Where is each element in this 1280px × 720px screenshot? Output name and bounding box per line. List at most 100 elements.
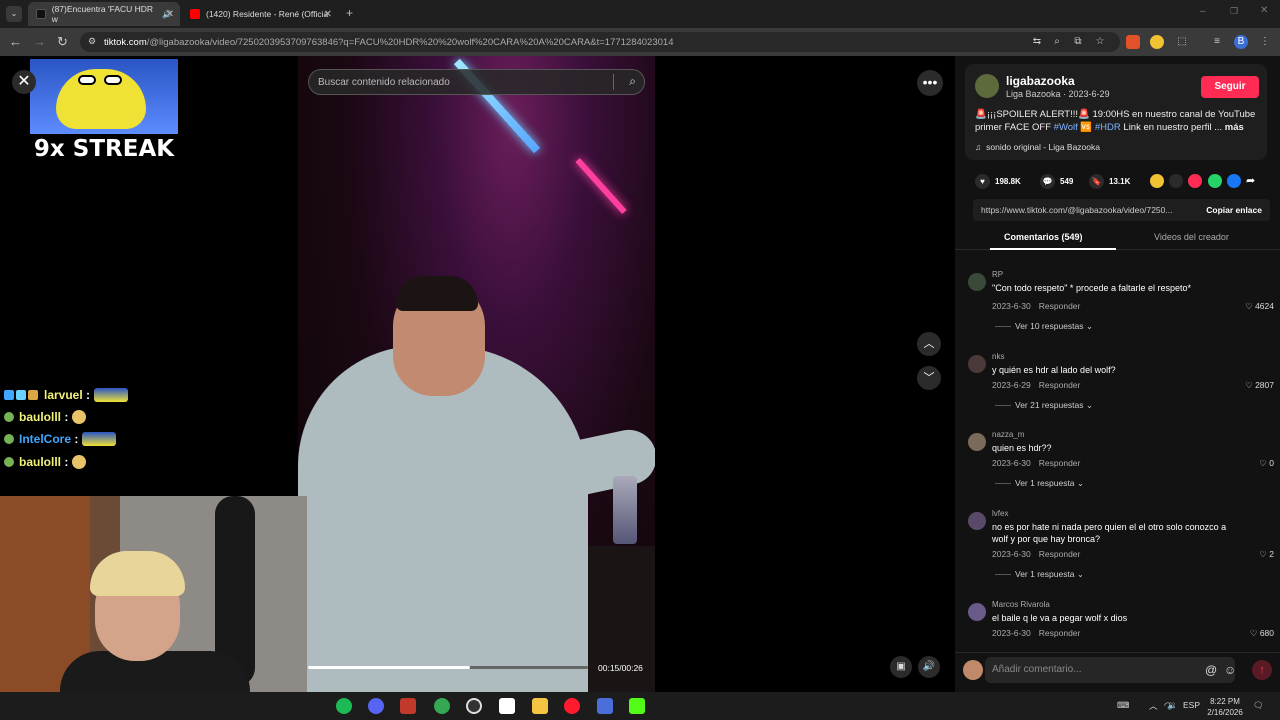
- maximize-icon[interactable]: ❐: [1230, 6, 1238, 17]
- notification-icon[interactable]: 🗨: [1253, 700, 1264, 711]
- copy-link-button[interactable]: Copiar enlace: [1206, 205, 1262, 215]
- related-search-input[interactable]: Buscar contenido relacionado ⌕: [308, 69, 645, 95]
- comment-avatar[interactable]: [968, 355, 986, 373]
- comment-avatar[interactable]: [968, 512, 986, 530]
- close-tab-icon[interactable]: ✕: [324, 9, 332, 20]
- tray-chevron-icon[interactable]: ︿: [1149, 700, 1158, 712]
- browser-menu-icon[interactable]: ⋮: [1258, 35, 1272, 49]
- comment-username[interactable]: RP: [992, 270, 1003, 279]
- like-stat[interactable]: ♥ 198.8K: [975, 174, 1021, 189]
- video-player[interactable]: Buscar contenido relacionado ⌕ 00:15/00:…: [298, 56, 655, 692]
- view-replies-link[interactable]: Ver 21 respuestas ⌄: [995, 400, 1093, 411]
- url-field[interactable]: ⚙ tiktok.com/@ligabazooka/video/72502039…: [80, 32, 1120, 52]
- comment-likes[interactable]: ♡ 2: [1259, 549, 1274, 560]
- comment-username[interactable]: lvfex: [992, 509, 1008, 518]
- back-icon[interactable]: ←: [9, 34, 22, 49]
- creator-username[interactable]: ligabazooka: [1006, 74, 1075, 88]
- tab-creator-videos[interactable]: Videos del creador: [1154, 232, 1229, 242]
- reading-list-icon[interactable]: ≡: [1210, 35, 1224, 49]
- more-link[interactable]: más: [1225, 122, 1244, 133]
- reply-link[interactable]: Responder: [1039, 301, 1081, 311]
- discord-icon[interactable]: [368, 698, 384, 714]
- search-icon[interactable]: ⌕: [629, 74, 636, 89]
- tab-comments[interactable]: Comentarios (549): [1004, 232, 1083, 242]
- reply-link[interactable]: Responder: [1039, 549, 1081, 559]
- comment-avatar[interactable]: [968, 433, 986, 451]
- close-window-icon[interactable]: ✕: [1260, 5, 1268, 16]
- extension-color-icon[interactable]: [1150, 35, 1164, 49]
- embed-icon[interactable]: [1169, 174, 1183, 188]
- send-share-icon[interactable]: [1188, 174, 1202, 188]
- new-tab-icon[interactable]: +: [346, 6, 353, 20]
- keyboard-icon[interactable]: ⌨: [1117, 700, 1129, 711]
- comment-likes[interactable]: ♡ 4624: [1245, 301, 1274, 312]
- forward-icon[interactable]: →: [33, 34, 46, 49]
- reply-link[interactable]: Responder: [1039, 628, 1081, 638]
- save-stat[interactable]: 🔖 13.1K: [1089, 174, 1130, 189]
- comment-likes[interactable]: ♡ 680: [1250, 628, 1274, 639]
- reply-link[interactable]: Responder: [1039, 380, 1081, 390]
- creator-avatar[interactable]: [975, 74, 999, 98]
- hashtag-link[interactable]: #Wolf: [1054, 122, 1078, 133]
- gift-icon[interactable]: [1150, 174, 1164, 188]
- previous-video-button[interactable]: ︿: [917, 332, 941, 356]
- extension-fox-icon[interactable]: [1126, 35, 1140, 49]
- reply-link[interactable]: Responder: [1039, 458, 1081, 468]
- app-icon[interactable]: [597, 698, 613, 714]
- volume-tray-icon[interactable]: 🔉: [1167, 700, 1178, 711]
- comment-likes[interactable]: ♡ 2807: [1245, 380, 1274, 391]
- spotify-icon[interactable]: [336, 698, 352, 714]
- pip-icon[interactable]: ▣: [890, 656, 912, 678]
- view-replies-link[interactable]: Ver 1 respuesta ⌄: [995, 478, 1084, 489]
- kick-icon[interactable]: [629, 698, 645, 714]
- tab-menu-button[interactable]: ⌄: [6, 6, 22, 22]
- reload-icon[interactable]: ↻: [57, 34, 68, 50]
- facebook-icon[interactable]: [1227, 174, 1241, 188]
- browser-tab-tiktok[interactable]: (87)Encuentra 'FACU HDR w 🔊 ✕: [28, 2, 180, 26]
- like-count: 198.8K: [995, 177, 1021, 186]
- next-video-button[interactable]: ﹀: [917, 366, 941, 390]
- volume-icon[interactable]: 🔊: [918, 656, 940, 678]
- share-arrow-icon[interactable]: ➦: [1246, 174, 1260, 188]
- emoji-icon[interactable]: ☺: [1224, 663, 1236, 677]
- comment-avatar[interactable]: [968, 603, 986, 621]
- site-info-icon[interactable]: ⚙: [88, 36, 96, 47]
- minimize-icon[interactable]: –: [1200, 6, 1206, 17]
- chrome-icon[interactable]: [434, 698, 450, 714]
- profile-avatar[interactable]: B: [1234, 35, 1248, 49]
- hashtag-link[interactable]: #HDR: [1095, 122, 1121, 133]
- comment-input[interactable]: Añadir comentario...: [985, 657, 1235, 683]
- comment-likes[interactable]: ♡ 0: [1259, 458, 1274, 469]
- mention-icon[interactable]: @: [1205, 663, 1217, 677]
- whatsapp-icon[interactable]: [1208, 174, 1222, 188]
- zoom-icon[interactable]: ⌕: [1050, 35, 1064, 49]
- comment-avatar[interactable]: [968, 273, 986, 291]
- app-icon[interactable]: [499, 698, 515, 714]
- translate-icon[interactable]: ⇆: [1030, 35, 1044, 49]
- view-replies-link[interactable]: Ver 10 respuestas ⌄: [995, 321, 1093, 332]
- install-icon[interactable]: ⧉: [1071, 35, 1085, 49]
- video-progress-fill: [308, 666, 471, 669]
- comment-username[interactable]: nks: [992, 352, 1004, 361]
- send-comment-button[interactable]: ↑: [1252, 660, 1272, 680]
- comment-username[interactable]: nazza_m: [992, 430, 1024, 439]
- comment-username[interactable]: Marcos Rivarola: [992, 600, 1050, 609]
- more-options-icon[interactable]: •••: [917, 70, 943, 96]
- language-indicator[interactable]: ESP: [1183, 700, 1200, 710]
- obs-icon[interactable]: [466, 698, 482, 714]
- system-clock[interactable]: 8:22 PM 2/16/2026: [1200, 696, 1250, 718]
- video-progress-bar[interactable]: [308, 666, 588, 669]
- view-replies-link[interactable]: Ver 1 respuesta ⌄: [995, 569, 1084, 580]
- extensions-puzzle-icon[interactable]: ⬚: [1175, 35, 1189, 49]
- bookmark-star-icon[interactable]: ☆: [1093, 35, 1107, 49]
- comment-stat[interactable]: 💬 549: [1040, 174, 1073, 189]
- video-link-text[interactable]: https://www.tiktok.com/@ligabazooka/vide…: [981, 205, 1191, 215]
- follow-button[interactable]: Seguir: [1201, 76, 1259, 98]
- close-tab-icon[interactable]: ✕: [166, 9, 174, 20]
- music-row[interactable]: ♫ sonido original - Liga Bazooka: [975, 142, 1100, 152]
- opera-icon[interactable]: [564, 698, 580, 714]
- close-video-button[interactable]: ✕: [12, 70, 36, 94]
- browser-tab-youtube[interactable]: (1420) Residente - René (Officia ✕: [182, 2, 338, 26]
- app-icon[interactable]: [400, 698, 416, 714]
- file-explorer-icon[interactable]: [532, 698, 548, 714]
